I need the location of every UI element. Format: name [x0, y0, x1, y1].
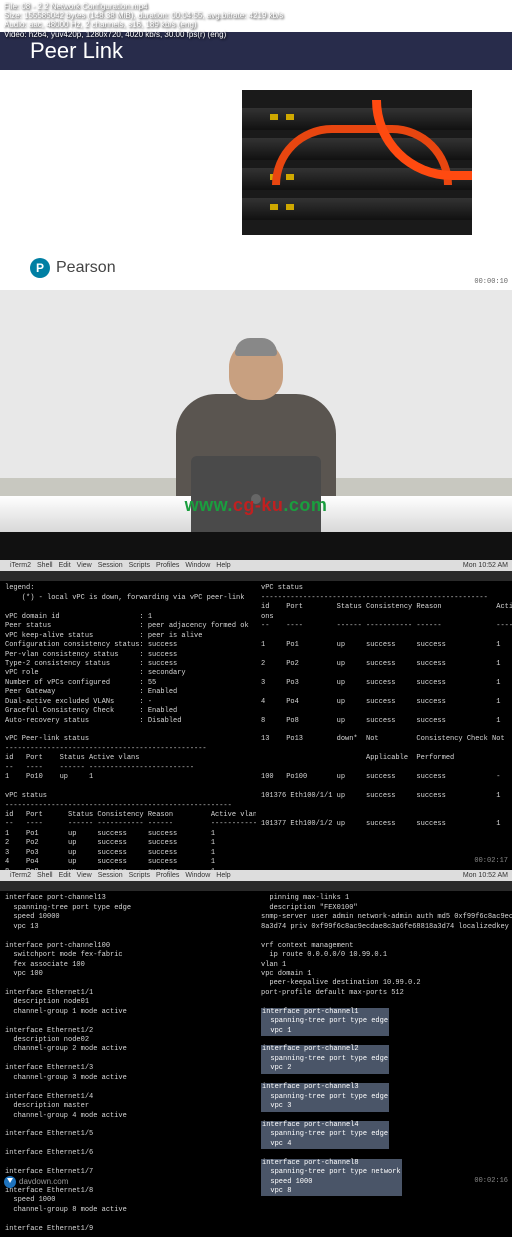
- audio-line: Audio: aac, 48000 Hz, 2 channels, s16, 1…: [4, 20, 283, 29]
- menu-item[interactable]: Shell: [37, 561, 53, 570]
- macos-menubar[interactable]: iTerm2 Shell Edit View Session Scripts P…: [0, 870, 512, 881]
- macos-menubar[interactable]: iTerm2 Shell Edit View Session Scripts P…: [0, 560, 512, 571]
- menu-item[interactable]: View: [77, 561, 92, 570]
- davdown-text: davdown.com: [19, 1177, 68, 1188]
- menu-item[interactable]: Session: [98, 561, 123, 570]
- menu-item[interactable]: iTerm2: [10, 871, 31, 880]
- menu-item[interactable]: Help: [216, 561, 230, 570]
- menu-item[interactable]: Profiles: [156, 561, 179, 570]
- menu-item[interactable]: Edit: [59, 871, 71, 880]
- menu-item[interactable]: Shell: [37, 871, 53, 880]
- highlighted-config-block: interface port-channel4 spanning-tree po…: [261, 1121, 389, 1149]
- pearson-text: Pearson: [56, 259, 116, 277]
- clock: Mon 10:52 AM: [463, 871, 508, 880]
- clock: Mon 10:52 AM: [463, 561, 508, 570]
- pearson-p-icon: P: [30, 258, 50, 278]
- peer-link-photo: [242, 90, 472, 235]
- menu-item[interactable]: Profiles: [156, 871, 179, 880]
- terminal-tabbar[interactable]: [0, 571, 512, 581]
- media-info-overlay: File: 08 - 2.2 Network Configuration.mp4…: [0, 0, 287, 41]
- terminal2-timestamp: 00:02:16: [474, 1177, 508, 1186]
- terminal-panel-2: iTerm2 Shell Edit View Session Scripts P…: [0, 870, 512, 1190]
- download-icon: [4, 1176, 16, 1188]
- menu-item[interactable]: iTerm2: [10, 561, 31, 570]
- menu-item[interactable]: Window: [185, 561, 210, 570]
- menu-item[interactable]: Scripts: [129, 561, 150, 570]
- menu-item[interactable]: Window: [185, 871, 210, 880]
- terminal-panel-1: iTerm2 Shell Edit View Session Scripts P…: [0, 560, 512, 870]
- terminal-tabbar[interactable]: [0, 881, 512, 891]
- highlighted-config-block: interface port-channel1 spanning-tree po…: [261, 1008, 389, 1036]
- watermark-text: www.cg-ku.com: [185, 495, 328, 516]
- menu-item[interactable]: Session: [98, 871, 123, 880]
- menu-item[interactable]: Help: [216, 871, 230, 880]
- presenter-video: www.cg-ku.com: [0, 290, 512, 560]
- slide-panel: Peer Link P Pearson 00:00:10: [0, 0, 512, 290]
- davdown-watermark: davdown.com: [4, 1176, 68, 1188]
- menu-item[interactable]: View: [77, 871, 92, 880]
- menu-item[interactable]: Scripts: [129, 871, 150, 880]
- size-line: Size: 155585042 bytes (148.38 MiB), dura…: [4, 11, 283, 20]
- slide-timestamp: 00:00:10: [474, 278, 508, 286]
- terminal1-timestamp: 00:02:17: [474, 857, 508, 866]
- highlighted-config-block: interface port-channel2 spanning-tree po…: [261, 1045, 389, 1073]
- pearson-logo: P Pearson: [30, 258, 116, 278]
- highlighted-config-block: interface port-channel8 spanning-tree po…: [261, 1159, 402, 1197]
- file-line: File: 08 - 2.2 Network Configuration.mp4: [4, 2, 283, 11]
- highlighted-config-block: interface port-channel3 spanning-tree po…: [261, 1083, 389, 1111]
- menu-item[interactable]: Edit: [59, 561, 71, 570]
- video-line: Video: h264, yuv420p, 1280x720, 4020 kb/…: [4, 30, 283, 39]
